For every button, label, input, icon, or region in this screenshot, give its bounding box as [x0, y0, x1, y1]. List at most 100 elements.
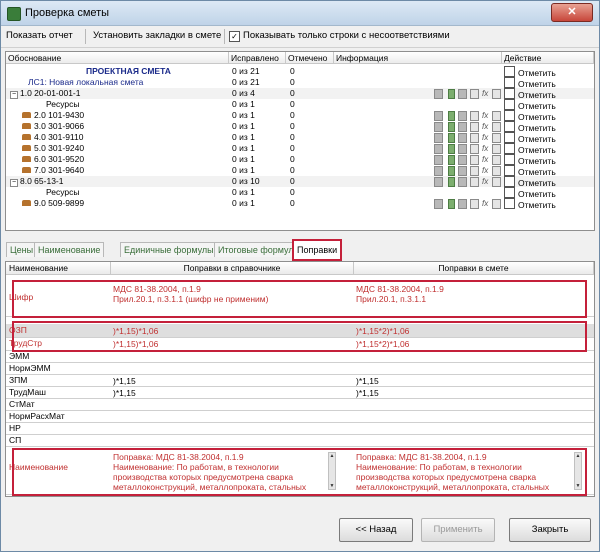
tree-row[interactable]: −8.0 65-13-1 0 из 10 0 fx Отметить [6, 176, 594, 188]
tab-name[interactable]: Наименование [34, 242, 105, 257]
mark-checkbox[interactable] [504, 198, 515, 209]
tree-row-name: Ресурсы [46, 187, 80, 197]
mark-checkbox[interactable] [504, 143, 515, 154]
close-window-button[interactable]: ✕ [551, 3, 593, 22]
tree-row-fixed: 0 из 1 [232, 110, 255, 120]
correction-estimate: )*1,15 [356, 388, 379, 398]
col-header-marked[interactable]: Отмечено [286, 52, 334, 64]
tree-row-name: ПРОЕКТНАЯ СМЕТА [86, 66, 171, 76]
tree-row-fixed: 0 из 21 [232, 66, 260, 76]
dialog-buttons: << Назад Применить Закрыть [1, 501, 599, 551]
correction-row[interactable]: ТрудСтр)*1,15)*1,06)*1,15*2)*1,06 [6, 337, 594, 351]
grid-header-name[interactable]: Наименование [6, 262, 111, 275]
tab-unit-formulas[interactable]: Единичные формулы [120, 242, 218, 257]
formula-icon[interactable]: fx [482, 88, 488, 99]
formula-icon[interactable]: fx [482, 110, 488, 121]
tree-row[interactable]: Ресурсы 0 из 1 0 Отметить [6, 99, 594, 111]
correction-row[interactable]: СП [6, 434, 594, 447]
tree-row-marked: 0 [290, 154, 295, 164]
formula-icon[interactable]: fx [482, 121, 488, 132]
tree-row-marked: 0 [290, 143, 295, 153]
back-button[interactable]: << Назад [339, 518, 413, 542]
correction-name: ОЗП [9, 325, 27, 335]
tree-row[interactable]: −1.0 20-01-001-1 0 из 4 0 fx Отметить [6, 88, 594, 100]
show-report-button[interactable]: Показать отчет [6, 30, 73, 41]
correction-row[interactable]: ОЗП)*1,15)*1,06)*1,15*2)*1,06 [6, 324, 594, 338]
expand-toggle-icon[interactable]: − [10, 91, 18, 99]
tree-row-fixed: 0 из 1 [232, 99, 255, 109]
tree-row-marked: 0 [290, 110, 295, 120]
tree-row-name: Ресурсы [46, 99, 80, 109]
tree-row[interactable]: 5.0 301-9240 0 из 1 0 fx Отметить [6, 143, 594, 155]
only-mismatch-checkbox[interactable]: ✓ [229, 31, 240, 42]
correction-estimate: МДС 81-38.2004, п.1.9 Прил.20.1, п.3.1.1 [356, 284, 444, 304]
set-bookmarks-button[interactable]: Установить закладки в смете [93, 30, 221, 41]
resource-bar-icon [22, 134, 31, 140]
only-mismatch-toggle[interactable]: ✓ Показывать только строки с несоответств… [229, 30, 450, 42]
tab-prices[interactable]: Цены [6, 242, 38, 257]
mark-checkbox[interactable] [504, 176, 515, 187]
mark-checkbox[interactable] [504, 132, 515, 143]
tree-row-name: 1.0 20-01-001-1 [20, 88, 81, 98]
tree-row-fixed: 0 из 1 [232, 198, 255, 208]
formula-icon[interactable]: fx [482, 143, 488, 154]
list-icon[interactable] [470, 199, 479, 212]
note-icon[interactable] [492, 199, 501, 212]
tree-row[interactable]: 3.0 301-9066 0 из 1 0 fx Отметить [6, 121, 594, 133]
tree-row[interactable]: 6.0 301-9520 0 из 1 0 fx Отметить [6, 154, 594, 166]
tree-row-marked: 0 [290, 165, 295, 175]
estimate-scrollbar[interactable]: ▲ ▼ [574, 452, 582, 490]
tree-row[interactable]: ЛС1: Новая локальная смета 0 из 21 0 Отмети… [6, 77, 594, 89]
mark-checkbox[interactable] [504, 88, 515, 99]
formula-icon[interactable]: fx [482, 165, 488, 176]
correction-reference: )*1,15)*1,06 [113, 339, 159, 349]
col-header-action[interactable]: Действие [502, 52, 594, 64]
mark-checkbox[interactable] [504, 121, 515, 132]
mark-checkbox[interactable] [504, 187, 515, 198]
tree-row-marked: 0 [290, 176, 295, 186]
tree-row[interactable]: Ресурсы 0 из 1 0 Отметить [6, 187, 594, 199]
close-button[interactable]: Закрыть [509, 518, 591, 542]
mark-checkbox[interactable] [504, 154, 515, 165]
mark-action[interactable]: Отметить [504, 198, 556, 211]
tree-row[interactable]: 2.0 101-9430 0 из 1 0 fx Отметить [6, 110, 594, 122]
sort-arrows-icon[interactable] [448, 199, 455, 212]
document-icon[interactable] [434, 199, 443, 212]
tree-row-name: 2.0 101-9430 [34, 110, 85, 120]
mark-checkbox[interactable] [504, 66, 515, 77]
correction-name: СП [9, 435, 22, 445]
tree-row-name: 6.0 301-9520 [34, 154, 85, 164]
correction-row[interactable]: Шифр МДС 81-38.2004, п.1.9 Прил.20.1, п.3… [6, 282, 594, 317]
resource-bar-icon [22, 200, 31, 206]
correction-name: Наименование [9, 462, 68, 472]
reference-scrollbar[interactable]: ▲ ▼ [328, 452, 336, 490]
lock-icon[interactable] [458, 199, 467, 212]
tree-row-fixed: 0 из 21 [232, 77, 260, 87]
col-header-fixed[interactable]: Исправлено [229, 52, 286, 64]
mark-checkbox[interactable] [504, 77, 515, 88]
formula-icon[interactable]: fx [482, 154, 488, 165]
mark-checkbox[interactable] [504, 110, 515, 121]
tree-row-marked: 0 [290, 99, 295, 109]
mark-checkbox[interactable] [504, 99, 515, 110]
tree-row-name: 8.0 65-13-1 [20, 176, 64, 186]
apply-button[interactable]: Применить [421, 518, 495, 542]
tab-total-formulas[interactable]: Итоговые формулы [214, 242, 305, 257]
title-bar: Проверка сметы ✕ [1, 1, 599, 26]
tree-row[interactable]: ПРОЕКТНАЯ СМЕТА 0 из 21 0 Отметить [6, 66, 594, 78]
correction-row[interactable]: Наименование Поправка: МДС 81-38.2004, п.… [6, 450, 594, 495]
grid-header-estimate[interactable]: Поправки в смете [354, 262, 594, 275]
formula-icon[interactable]: fx [482, 176, 488, 187]
tree-row[interactable]: 7.0 301-9640 0 из 1 0 fx Отметить [6, 165, 594, 177]
mark-checkbox[interactable] [504, 165, 515, 176]
col-header-info[interactable]: Информация [334, 52, 502, 64]
grid-header-reference[interactable]: Поправки в справочнике [111, 262, 354, 275]
tree-row[interactable]: 9.0 509-9899 0 из 1 0 fx Отметить [6, 198, 594, 212]
expand-toggle-icon[interactable]: − [10, 179, 18, 187]
tree-row[interactable]: 4.0 301-9110 0 из 1 0 fx Отметить [6, 132, 594, 144]
tree-row-fixed: 0 из 1 [232, 165, 255, 175]
tab-corrections[interactable]: Поправки [292, 239, 343, 261]
col-header-basis[interactable]: Обоснование [6, 52, 229, 64]
formula-icon[interactable]: fx [482, 132, 488, 143]
formula-icon[interactable]: fx [482, 198, 488, 209]
